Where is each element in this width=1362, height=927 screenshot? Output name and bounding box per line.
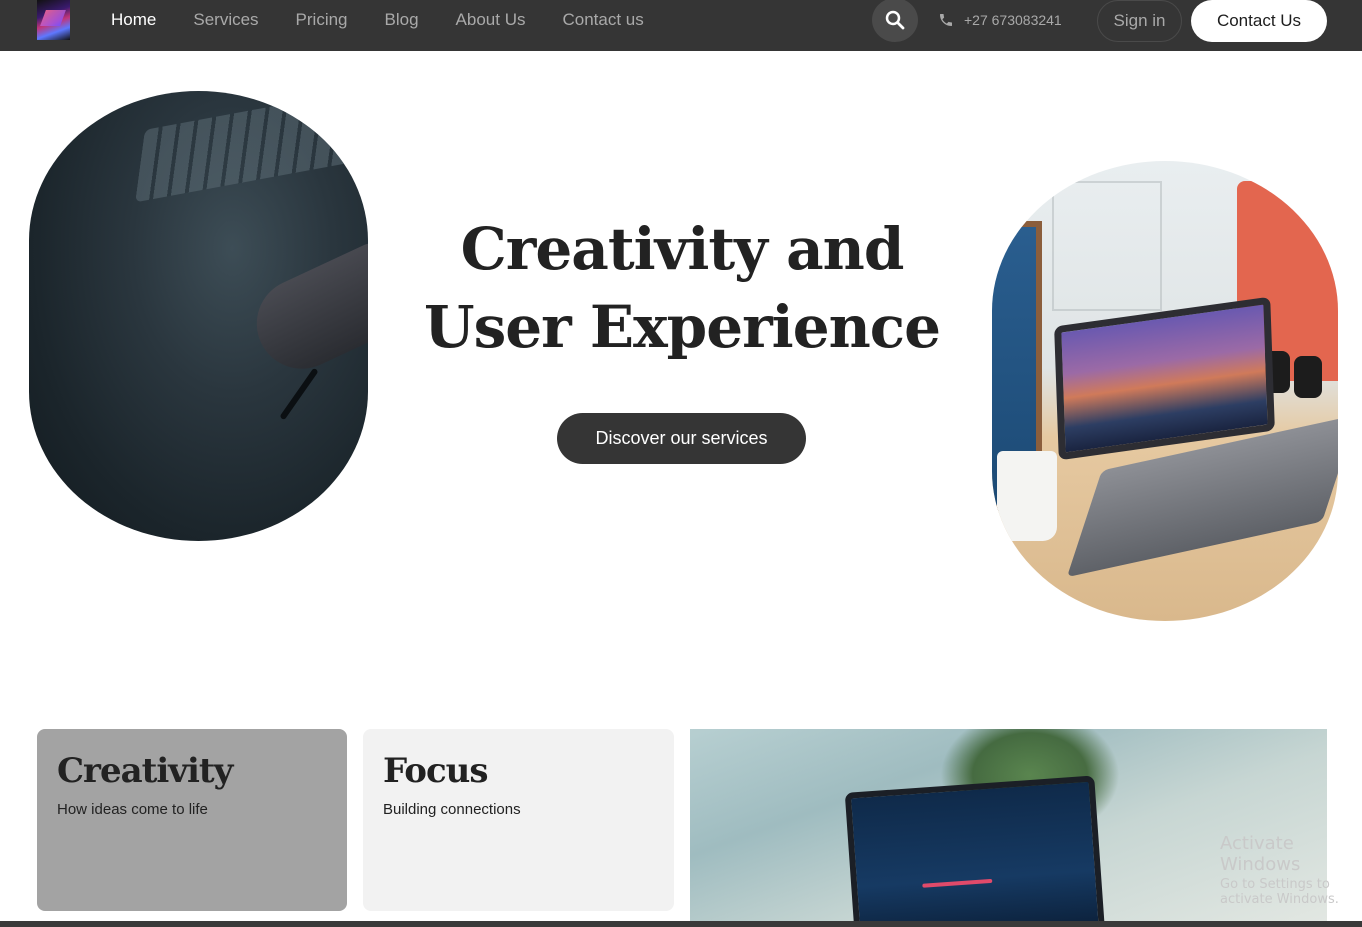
wall-sketch-shape	[1052, 181, 1162, 311]
search-button[interactable]	[872, 0, 918, 42]
stylus-shape	[279, 367, 319, 421]
feature-card-creativity[interactable]: Creativity How ideas come to life	[37, 729, 347, 911]
nav-link-contact-us[interactable]: Contact us	[562, 10, 643, 30]
feature-card-focus[interactable]: Focus Building connections	[363, 729, 674, 911]
main-nav: Home Services Pricing Blog About Us Cont…	[111, 0, 681, 40]
nav-link-home[interactable]: Home	[111, 10, 156, 30]
discover-services-button[interactable]: Discover our services	[557, 413, 806, 464]
navbar: Home Services Pricing Blog About Us Cont…	[0, 0, 1362, 51]
sign-in-button[interactable]: Sign in	[1097, 0, 1182, 42]
phone-icon	[940, 14, 952, 26]
bottom-scrollbar[interactable]	[0, 921, 1362, 927]
feature-card-title: Creativity	[57, 751, 233, 791]
hero-title-line-2: User Experience	[423, 293, 941, 361]
laptop-calendar-shape	[844, 775, 1106, 921]
search-icon	[885, 10, 905, 30]
watermark-title: Activate Windows	[1220, 833, 1301, 875]
feature-card-title: Focus	[383, 751, 489, 791]
hero-title: Creativity and User Experience	[420, 210, 944, 366]
laptop-screen-shape	[1054, 296, 1275, 461]
mug-shape	[997, 451, 1057, 541]
phone-contact[interactable]: +27 673083241	[938, 0, 1062, 40]
feature-card-subtitle: Building connections	[383, 801, 521, 818]
brand-logo[interactable]	[37, 0, 70, 40]
nav-link-about-us[interactable]: About Us	[456, 10, 526, 30]
camera-lens-shape	[1294, 356, 1322, 398]
windows-activation-watermark: Activate Windows Go to Settings to activ…	[1220, 833, 1362, 907]
watermark-subtitle: Go to Settings to activate Windows.	[1220, 877, 1339, 907]
phone-number: +27 673083241	[964, 12, 1062, 28]
feature-card-subtitle: How ideas come to life	[57, 801, 208, 818]
keyboard-shape	[135, 91, 363, 203]
hero-image-laptop-desk	[992, 161, 1338, 621]
nav-link-services[interactable]: Services	[193, 10, 258, 30]
nav-link-pricing[interactable]: Pricing	[296, 10, 348, 30]
contact-us-button[interactable]: Contact Us	[1191, 0, 1327, 42]
nav-link-blog[interactable]: Blog	[385, 10, 419, 30]
hero-image-drawing-tablet	[29, 91, 368, 541]
hero-title-line-1: Creativity and	[460, 215, 905, 283]
hand-shape	[242, 238, 368, 384]
